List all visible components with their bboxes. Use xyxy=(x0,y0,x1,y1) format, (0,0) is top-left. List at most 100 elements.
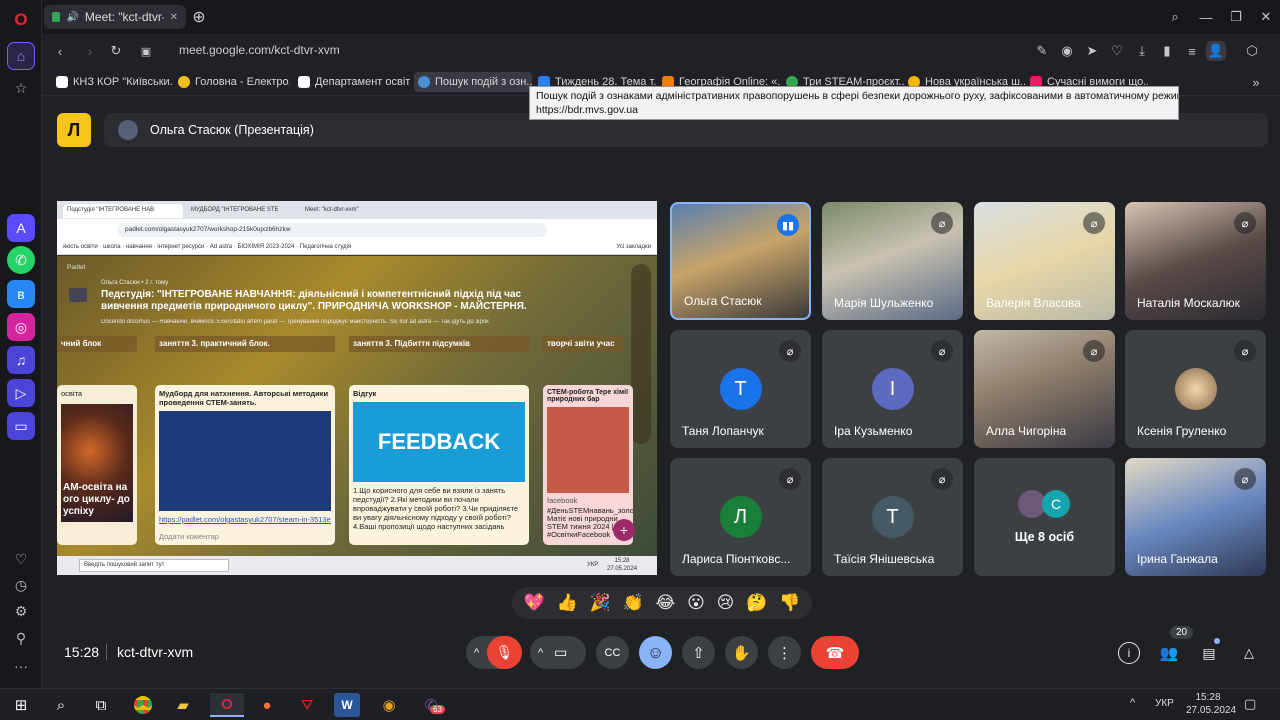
add-post-icon[interactable]: + xyxy=(613,519,635,541)
bookmark-item[interactable]: КНЗ КОР "Київськи... xyxy=(56,72,172,92)
opera-logo-icon[interactable]: O xyxy=(7,6,35,34)
acrobat-icon[interactable]: ⛛ xyxy=(294,693,320,717)
history-icon[interactable]: ◷ xyxy=(7,571,35,599)
mic-off-icon: ⌀ xyxy=(779,340,801,362)
whatsapp-icon[interactable]: ✆ xyxy=(7,246,35,274)
chat-icon[interactable]: ▤ xyxy=(1198,642,1220,664)
reaction-party[interactable]: 🎉 xyxy=(590,593,611,613)
home-icon[interactable]: ⌂ xyxy=(7,42,35,70)
player-icon[interactable]: ▷ xyxy=(7,379,35,407)
card-link[interactable]: https://padlet.com/olgastasyuk2707/steam… xyxy=(159,515,331,524)
participant-tile[interactable]: ⌀ І Іра Кузьменко xyxy=(822,330,963,448)
more-icon[interactable]: ··· xyxy=(7,652,35,680)
wallet-icon[interactable]: ▭ xyxy=(7,412,35,440)
bookmark-item[interactable]: Головна - Електро... xyxy=(178,72,290,92)
participant-tile[interactable]: ⌀ Алла Чигоріна xyxy=(974,330,1115,448)
participant-tile[interactable]: ⌀ Наталія Москалюк xyxy=(1125,202,1266,320)
clock[interactable]: 15:28 27.05.2024 xyxy=(1186,691,1237,717)
snapshot-icon[interactable]: ◉ xyxy=(1057,41,1077,61)
mic-off-icon: ⌀ xyxy=(1234,468,1256,490)
padlet-card[interactable]: Відгук FEEDBACK 1.Що корисного для себе … xyxy=(349,385,529,545)
search-icon[interactable]: ⌕ xyxy=(48,693,74,717)
maximize-icon[interactable]: ❐ xyxy=(1226,7,1246,27)
opera-taskbar-icon[interactable]: O xyxy=(210,693,244,717)
new-tab-icon[interactable]: ⊕ xyxy=(189,7,209,27)
tab-close-icon[interactable]: ✕ xyxy=(170,12,178,23)
shared-tab: Подстудія "ІНТЕГРОВАНЕ НАВ xyxy=(63,204,183,218)
camera-options-icon[interactable]: ^ xyxy=(538,647,543,659)
camera-button[interactable]: ▭ xyxy=(554,644,567,661)
word-icon[interactable]: W xyxy=(334,693,360,717)
reaction-thinking[interactable]: 🤔 xyxy=(746,593,767,613)
language-indicator[interactable]: УКР xyxy=(1155,698,1174,709)
card-comment[interactable]: Додати коментар xyxy=(159,532,331,541)
captions-button[interactable]: CC xyxy=(596,636,629,669)
minimize-icon[interactable]: — xyxy=(1196,7,1216,27)
app-icon[interactable]: ◉ xyxy=(376,693,402,717)
lightbulb-icon[interactable]: ⚲ xyxy=(7,624,35,652)
tab-meet[interactable]: 🔊 Meet: "kct-dtvr-xv ✕ xyxy=(44,5,186,29)
reaction-surprised[interactable]: 😮 xyxy=(687,593,705,613)
profile-icon[interactable]: 👤 xyxy=(1206,41,1226,61)
activities-icon[interactable]: △ xyxy=(1238,642,1260,664)
meeting-details-icon[interactable]: i xyxy=(1118,642,1140,664)
music-icon[interactable]: ♫ xyxy=(7,346,35,374)
more-options-button[interactable]: ⋮ xyxy=(768,636,801,669)
participant-tile[interactable]: ⌀ Валерія Власова xyxy=(974,202,1115,320)
search-tabs-icon[interactable]: ⌕ xyxy=(1165,7,1185,27)
more-bookmarks-icon[interactable]: » xyxy=(1246,72,1266,92)
pinboard-icon[interactable]: ☆ xyxy=(7,74,35,102)
notifications-icon[interactable]: ▢ xyxy=(1244,696,1256,712)
reaction-thumbs-up[interactable]: 👍 xyxy=(557,593,578,613)
participant-tile[interactable]: ⌀ Марія Шульженко xyxy=(822,202,963,320)
camera-permission-icon[interactable]: ▣ xyxy=(136,41,156,61)
vk-icon[interactable]: в xyxy=(7,280,35,308)
leave-call-button[interactable]: ☎ xyxy=(811,636,859,669)
participant-tile-speaking[interactable]: ▮▮ Ольга Стасюк xyxy=(670,202,811,320)
more-participants-tile[interactable]: С Ще 8 осіб xyxy=(974,458,1115,576)
file-explorer-icon[interactable]: ▰ xyxy=(170,693,196,717)
firefox-icon[interactable]: ● xyxy=(254,693,280,717)
participant-tile[interactable]: ⌀ Ксенія Груленко xyxy=(1125,330,1266,448)
reaction-heart[interactable]: 💖 xyxy=(524,593,545,613)
present-button[interactable]: ⇧ xyxy=(682,636,715,669)
task-view-icon[interactable]: ⧉ xyxy=(88,693,114,717)
back-icon[interactable]: ‹ xyxy=(50,41,70,61)
participant-tile[interactable]: ⌀ Л Лариса Піонтковс... xyxy=(670,458,811,576)
chrome-icon[interactable] xyxy=(130,693,156,717)
bookmark-item[interactable]: Департамент освіт... xyxy=(298,72,410,92)
participant-tile[interactable]: ⌀ T Таня Лопанчук xyxy=(670,330,811,448)
edit-icon[interactable]: ✎ xyxy=(1032,41,1052,61)
heart-icon[interactable]: ♡ xyxy=(7,545,35,573)
clock-date: 27.05.2024 xyxy=(1186,705,1237,716)
reaction-clap[interactable]: 👏 xyxy=(623,593,644,613)
download-icon[interactable]: ⤓ xyxy=(1132,41,1152,61)
reaction-sad[interactable]: 😢 xyxy=(717,593,735,613)
raise-hand-button[interactable]: ✋ xyxy=(725,636,758,669)
url-field[interactable]: meet.google.com/kct-dtvr-xvm xyxy=(179,43,340,57)
people-icon[interactable]: 👥 xyxy=(1158,642,1180,664)
padlet-card[interactable]: Мудборд для натхнення. Авторські методик… xyxy=(155,385,335,545)
favorite-icon[interactable]: ♡ xyxy=(1107,41,1127,61)
padlet-card[interactable]: освіта AM-освіта на ого циклу- до успіху xyxy=(57,385,137,545)
forward-icon[interactable]: › xyxy=(80,41,100,61)
extensions-icon[interactable]: ⬡ xyxy=(1242,41,1262,61)
start-icon[interactable]: ⊞ xyxy=(8,693,34,717)
emoji-button[interactable]: ☺ xyxy=(639,636,672,669)
bookmark-item-active[interactable]: Пошук подій з озн... xyxy=(414,72,532,92)
battery-icon[interactable]: ▮ xyxy=(1157,41,1177,61)
mic-options-icon[interactable]: ^ xyxy=(474,647,479,659)
reaction-thumbs-down[interactable]: 👎 xyxy=(779,593,800,613)
reaction-laugh[interactable]: 😂 xyxy=(655,593,675,613)
instagram-icon[interactable]: ◎ xyxy=(7,313,35,341)
participant-tile[interactable]: ⌀ Ірина Ганжала xyxy=(1125,458,1266,576)
reload-icon[interactable]: ↻ xyxy=(106,41,126,61)
mic-off-button[interactable]: 🎙 xyxy=(487,636,522,669)
send-icon[interactable]: ➤ xyxy=(1082,41,1102,61)
participant-tile[interactable]: ⌀ T Таїсія Янішевська xyxy=(822,458,963,576)
aria-icon[interactable]: A xyxy=(7,214,35,242)
settings-icon[interactable]: ⚙ xyxy=(7,597,35,625)
tray-chevron-icon[interactable]: ^ xyxy=(1130,697,1135,709)
easy-setup-icon[interactable]: ≡ xyxy=(1182,41,1202,61)
close-window-icon[interactable]: ✕ xyxy=(1256,7,1276,27)
